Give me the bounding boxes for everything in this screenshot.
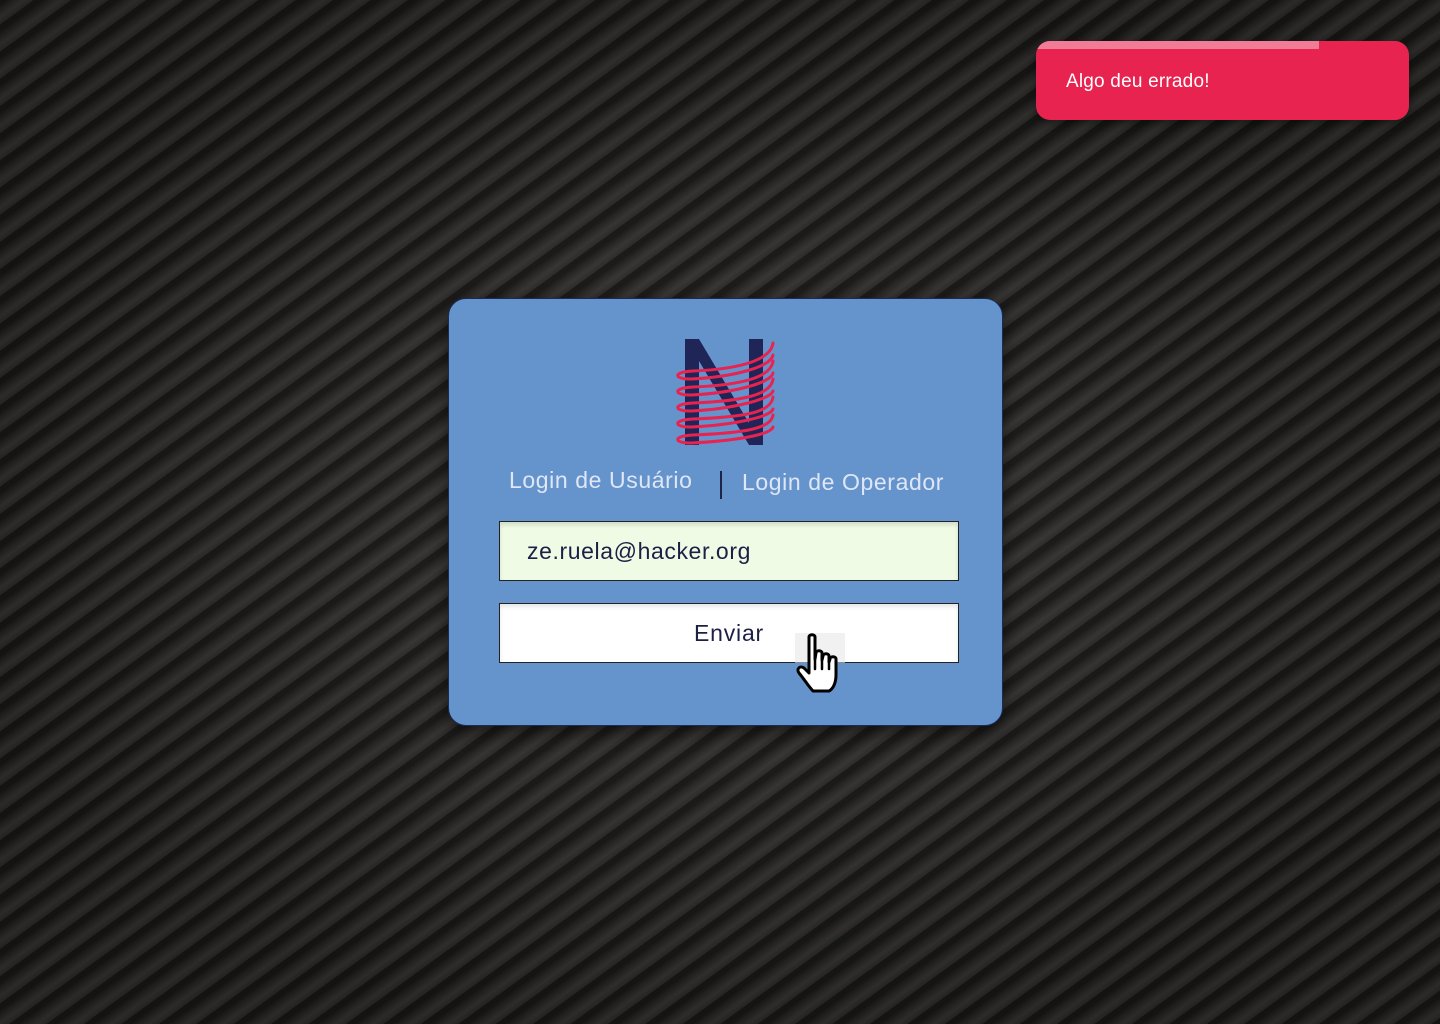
toast-message: Algo deu errado! [1066,71,1210,92]
error-toast[interactable]: Algo deu errado! [1036,41,1409,120]
tab-user-login[interactable]: Login de Usuário [509,467,693,494]
email-input[interactable] [499,521,959,581]
login-tabs: Login de Usuário Login de Operador [449,467,1002,501]
tab-divider [720,471,722,499]
n-logo-icon [676,339,775,445]
submit-button[interactable]: Enviar [499,603,959,663]
tab-operator-login[interactable]: Login de Operador [742,469,944,496]
toast-progress-bar [1036,41,1320,49]
login-card: Login de Usuário Login de Operador Envia… [448,298,1003,726]
hand-pointer-icon [796,633,838,693]
